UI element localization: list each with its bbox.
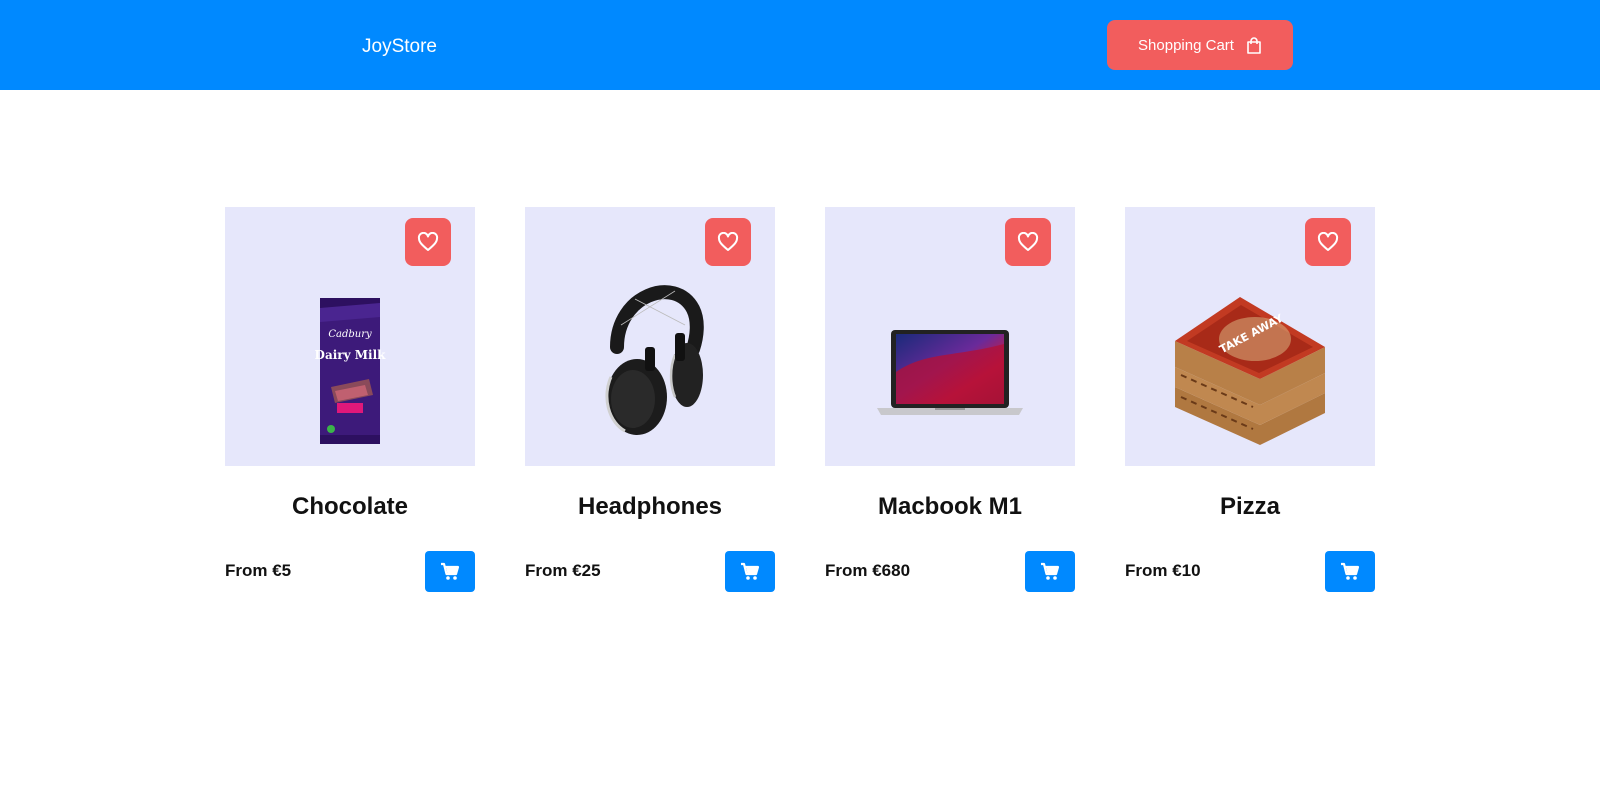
heart-icon [417, 232, 439, 251]
shopping-bag-icon [1247, 36, 1261, 54]
product-image-area: TAKE AWAY [1125, 207, 1375, 466]
product-price: From €680 [825, 561, 911, 580]
add-to-cart-button[interactable] [1325, 551, 1375, 592]
product-card: Headphones From €25 [525, 207, 775, 592]
favorite-button[interactable] [405, 218, 451, 266]
brand-logo[interactable]: JoyStore [362, 36, 437, 58]
product-card: Macbook M1 From €680 [825, 207, 1075, 592]
product-card: Cadbury Dairy Milk Chocolate From €5 [225, 207, 475, 592]
product-image-area: Cadbury Dairy Milk [225, 207, 475, 466]
product-price: From €5 [225, 561, 292, 580]
product-price: From €25 [525, 561, 601, 580]
chocolate-brand-text: Cadbury [328, 329, 372, 340]
product-title: Headphones [577, 493, 723, 520]
heart-icon [717, 232, 739, 251]
favorite-button[interactable] [705, 218, 751, 266]
cart-icon [1041, 562, 1060, 580]
product-title: Chocolate [291, 493, 408, 520]
add-to-cart-button[interactable] [725, 551, 775, 592]
top-navbar: JoyStore Shopping Cart [0, 0, 1600, 90]
add-to-cart-button[interactable] [1025, 551, 1075, 592]
product-price: From €10 [1125, 561, 1201, 580]
product-title: Pizza [1219, 493, 1281, 520]
add-to-cart-button[interactable] [425, 551, 475, 592]
product-card: TAKE AWAY Pizza From €10 [1125, 207, 1375, 592]
heart-icon [1017, 232, 1039, 251]
product-image-area [525, 207, 775, 466]
shopping-cart-button[interactable]: Shopping Cart [1107, 20, 1293, 70]
heart-icon [1317, 232, 1339, 251]
cart-icon [441, 562, 460, 580]
product-image-area [825, 207, 1075, 466]
product-title: Macbook M1 [877, 493, 1023, 520]
cart-icon [741, 562, 760, 580]
cart-icon [1341, 562, 1360, 580]
favorite-button[interactable] [1005, 218, 1051, 266]
shopping-cart-label: Shopping Cart [1138, 36, 1234, 54]
favorite-button[interactable] [1305, 218, 1351, 266]
chocolate-name-text: Dairy Milk [315, 348, 387, 362]
